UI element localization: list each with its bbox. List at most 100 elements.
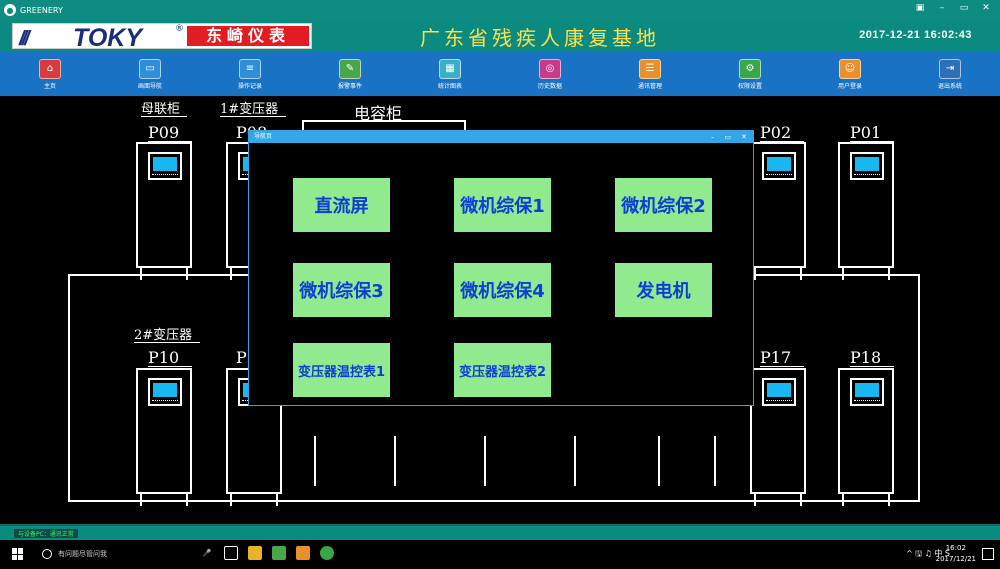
toolbar-label: 画面导航 bbox=[137, 82, 162, 90]
nav-protection2-button[interactable]: 微机综保2 bbox=[615, 178, 712, 232]
popup-maximize-button[interactable]: ▭ bbox=[725, 131, 732, 143]
logo-chinese-name: 东崎仪表 bbox=[187, 26, 309, 46]
cabinet-base bbox=[140, 266, 188, 280]
cabinet-p18[interactable] bbox=[838, 368, 894, 506]
site-title: 广东省残疾人康复基地 bbox=[420, 26, 660, 50]
window-menu-button[interactable]: ▣ bbox=[914, 3, 926, 13]
toolbar-label: 用户登录 bbox=[837, 82, 862, 90]
main-toolbar: ⌂ 主页 ▭ 画面导航 ≡ 操作记录 ✎ 报警事件 ▦ 统计图表 ◎ 历史数据 ☰ 通讯管理 ⚙ 权限设置 ☺ 用… bbox=[0, 52, 1000, 96]
toolbar-button-comm[interactable]: ☰ 通讯管理 bbox=[600, 52, 700, 96]
nav-dc-panel-button[interactable]: 直流屏 bbox=[293, 178, 390, 232]
scada-app: ● GREENERY ▣ – ▭ ✕ /// TOKY ® 东崎仪表 广东省残疾… bbox=[0, 0, 1000, 569]
mid-cabinet-edge bbox=[394, 436, 396, 486]
notification-icon[interactable] bbox=[982, 548, 994, 560]
cabinet-screen bbox=[850, 152, 884, 180]
monitor-icon: ▭ bbox=[139, 58, 161, 79]
comm-status-text: 与设备PC：通讯正常 bbox=[14, 529, 78, 538]
cabinet-base bbox=[140, 492, 188, 506]
cabinet-screen bbox=[148, 378, 182, 406]
toolbar-label: 报警事件 bbox=[337, 82, 362, 90]
toolbar-button-history[interactable]: ◎ 历史数据 bbox=[500, 52, 600, 96]
p10-underline bbox=[148, 366, 192, 367]
clock-date: 2017/12/21 bbox=[935, 555, 976, 563]
navigation-popup: 导航页 – ▭ ✕ 直流屏 微机综保1 微机综保2 微机综保3 微机综保4 发电… bbox=[248, 130, 754, 406]
cortana-icon bbox=[42, 549, 52, 559]
logo-brand: TOKY bbox=[73, 24, 142, 52]
popup-close-button[interactable]: ✕ bbox=[741, 131, 747, 143]
nav-generator-button[interactable]: 发电机 bbox=[615, 263, 712, 317]
search-placeholder: 有问题尽管问我 bbox=[58, 550, 107, 558]
permission-icon: ⚙ bbox=[739, 58, 761, 79]
windows-start-icon[interactable] bbox=[12, 548, 24, 560]
popup-controls: – ▭ ✕ bbox=[711, 131, 747, 143]
toolbar-button-exit[interactable]: ⇥ 退出系统 bbox=[900, 52, 1000, 96]
nav-transformer-temp1-button[interactable]: 变压器温控表1 bbox=[293, 343, 390, 397]
toolbar-button-alarm[interactable]: ✎ 报警事件 bbox=[300, 52, 400, 96]
transformer2-label: 2#变压器 bbox=[134, 328, 193, 343]
cabinet-screen bbox=[148, 152, 182, 180]
clock-time: 16:02 bbox=[945, 544, 966, 552]
header: /// TOKY ® 东崎仪表 广东省残疾人康复基地 2017-12-21 16… bbox=[0, 20, 1000, 52]
cabinet-p17[interactable] bbox=[750, 368, 806, 506]
taskbar-clock[interactable]: 16:02 2017/12/21 bbox=[936, 543, 976, 565]
app-green-icon[interactable] bbox=[272, 546, 286, 560]
toolbar-button-home[interactable]: ⌂ 主页 bbox=[0, 52, 100, 96]
cabinet-p01-label: P01 bbox=[850, 123, 882, 142]
alarm-icon: ✎ bbox=[339, 58, 361, 79]
user-icon: ☺ bbox=[839, 58, 861, 79]
app-orange-icon[interactable] bbox=[296, 546, 310, 560]
status-bar: 与设备PC：通讯正常 bbox=[0, 524, 1000, 540]
cabinet-p09[interactable] bbox=[136, 142, 192, 280]
cabinet-base bbox=[842, 492, 890, 506]
minimize-button[interactable]: – bbox=[936, 3, 948, 13]
cabinet-screen bbox=[850, 378, 884, 406]
window-title: GREENERY bbox=[20, 5, 63, 15]
explorer-icon[interactable] bbox=[248, 546, 262, 560]
cabinet-p02[interactable] bbox=[750, 142, 806, 280]
cabinet-screen bbox=[762, 152, 796, 180]
nav-protection1-button[interactable]: 微机综保1 bbox=[454, 178, 551, 232]
nav-protection4-button[interactable]: 微机综保4 bbox=[454, 263, 551, 317]
toolbar-button-chart[interactable]: ▦ 统计图表 bbox=[400, 52, 500, 96]
cabinet-p10[interactable] bbox=[136, 368, 192, 506]
mid-cabinet-edge bbox=[314, 436, 316, 486]
toolbar-label: 操作记录 bbox=[237, 82, 262, 90]
toolbar-button-monitor[interactable]: ▭ 画面导航 bbox=[100, 52, 200, 96]
nav-transformer-temp2-button[interactable]: 变压器温控表2 bbox=[454, 343, 551, 397]
mid-cabinet-edge bbox=[714, 436, 716, 486]
toolbar-button-record[interactable]: ≡ 操作记录 bbox=[200, 52, 300, 96]
popup-minimize-button[interactable]: – bbox=[711, 131, 715, 143]
transformer1-underline bbox=[220, 116, 286, 117]
close-button[interactable]: ✕ bbox=[980, 3, 992, 13]
cabinet-p18-label: P18 bbox=[850, 348, 882, 367]
toolbar-label: 主页 bbox=[43, 82, 56, 90]
right-busbar-vertical bbox=[918, 274, 920, 502]
exit-icon: ⇥ bbox=[939, 58, 961, 79]
datetime-display: 2017-12-21 16:02:43 bbox=[859, 29, 972, 41]
toolbar-button-user[interactable]: ☺ 用户登录 bbox=[800, 52, 900, 96]
mid-cabinet-edge bbox=[484, 436, 486, 486]
cabinet-p10-label: P10 bbox=[148, 348, 180, 367]
taskbar-search[interactable]: 有问题尽管问我 bbox=[42, 546, 212, 562]
mic-icon[interactable]: 🎤 bbox=[200, 546, 214, 560]
record-icon: ≡ bbox=[239, 58, 261, 79]
popup-titlebar: 导航页 – ▭ ✕ bbox=[249, 131, 753, 143]
app-icon: ● bbox=[4, 4, 16, 16]
mid-cabinet-edge bbox=[658, 436, 660, 486]
cabinet-p02-label: P02 bbox=[760, 123, 792, 142]
taskbar-apps: 🎤 bbox=[200, 546, 334, 560]
popup-title: 导航页 bbox=[254, 133, 273, 140]
nav-protection3-button[interactable]: 微机综保3 bbox=[293, 263, 390, 317]
chart-icon: ▦ bbox=[439, 58, 461, 79]
toolbar-button-permission[interactable]: ⚙ 权限设置 bbox=[700, 52, 800, 96]
maximize-button[interactable]: ▭ bbox=[958, 3, 970, 13]
cabinet-base bbox=[230, 492, 278, 506]
cabinet-p01[interactable] bbox=[838, 142, 894, 280]
window-titlebar: ● GREENERY ▣ – ▭ ✕ bbox=[0, 0, 1000, 20]
greenery-app-icon[interactable] bbox=[320, 546, 334, 560]
cabinet-base bbox=[754, 266, 802, 280]
cabinet-screen bbox=[762, 378, 796, 406]
bus-tie-label: 母联柜 bbox=[141, 102, 181, 117]
task-view-icon[interactable] bbox=[224, 546, 238, 560]
toolbar-label: 统计图表 bbox=[437, 82, 462, 90]
